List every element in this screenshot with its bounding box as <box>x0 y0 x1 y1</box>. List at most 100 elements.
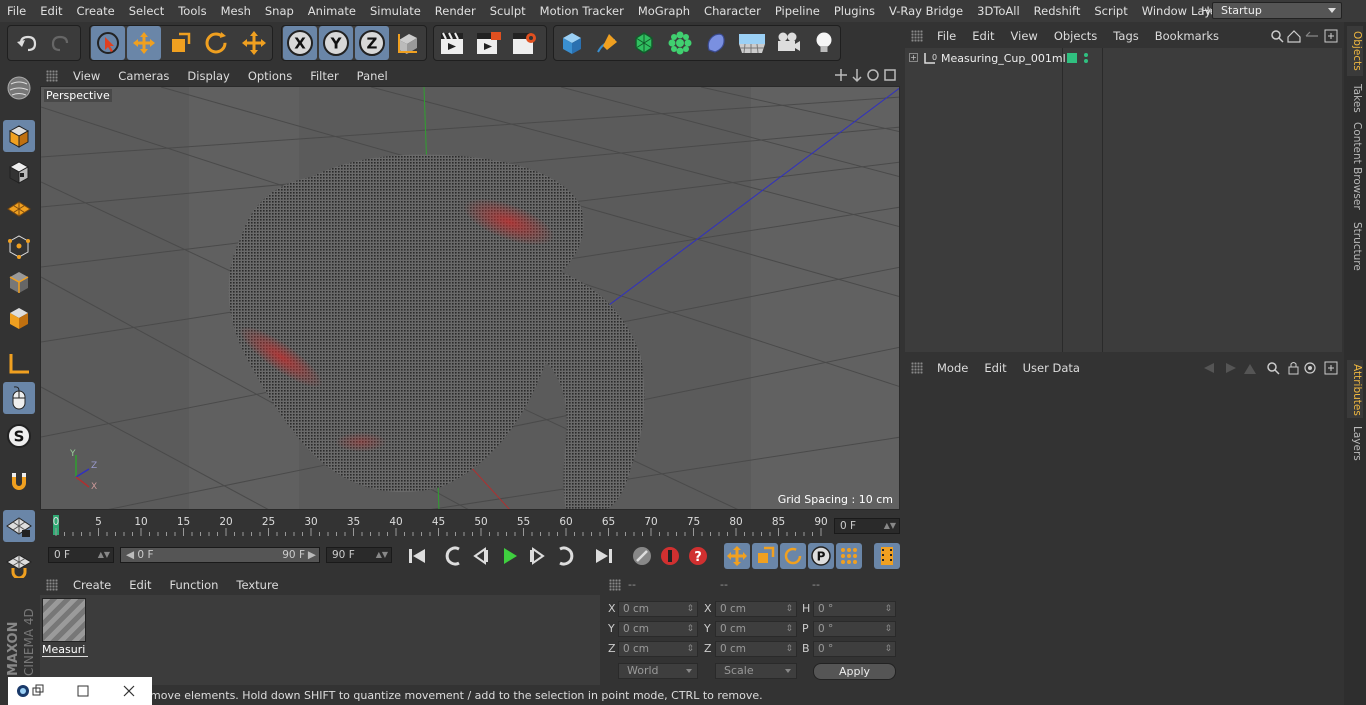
size-mode-dropdown[interactable]: Scale <box>715 663 797 679</box>
object-menu-objects[interactable]: Objects <box>1046 29 1105 43</box>
render-view-button[interactable] <box>435 26 469 60</box>
end-frame-field[interactable]: 90 F ▲▼ <box>326 547 392 563</box>
coord-value-field[interactable]: 0 cm ⇕ <box>715 601 797 617</box>
viewport-menu-filter[interactable]: Filter <box>301 69 347 83</box>
arrow-right-icon[interactable] <box>1226 363 1236 373</box>
y-axis-button[interactable]: Y <box>319 26 353 60</box>
menu-tools[interactable]: Tools <box>171 0 213 22</box>
back-icon[interactable] <box>1305 31 1318 37</box>
points-mode-button[interactable] <box>3 230 35 262</box>
menu-mesh[interactable]: Mesh <box>214 0 258 22</box>
pen-spline-button[interactable] <box>591 26 625 60</box>
side-tab-content-browser[interactable]: Content Browser <box>1347 118 1363 214</box>
object-name[interactable]: Measuring_Cup_001ml <box>941 52 1066 65</box>
new-window-icon[interactable] <box>1324 361 1338 375</box>
lock-icon[interactable] <box>1288 362 1299 375</box>
recent-tool-button[interactable] <box>237 26 271 60</box>
menu-animate[interactable]: Animate <box>301 0 363 22</box>
autokey-button[interactable] <box>657 543 683 569</box>
previous-key-button[interactable] <box>441 543 467 569</box>
restore-icon[interactable] <box>32 684 44 696</box>
coordinate-system-dropdown[interactable]: World <box>618 663 698 679</box>
undo-button[interactable] <box>10 26 44 60</box>
key-pla-button[interactable] <box>836 543 862 569</box>
coord-value-field[interactable]: 0 cm ⇕ <box>618 621 698 637</box>
dolly-icon[interactable] <box>852 69 862 83</box>
object-menu-edit[interactable]: Edit <box>964 29 1002 43</box>
coord-value-field[interactable]: 0 ° ⇕ <box>813 601 896 617</box>
redo-button[interactable] <box>44 26 78 60</box>
lock-workplane-button[interactable] <box>3 510 35 542</box>
menu-mograph[interactable]: MoGraph <box>631 0 697 22</box>
maximize-icon[interactable] <box>77 685 89 697</box>
coordinate-system-button[interactable] <box>391 26 425 60</box>
layer-color-tag[interactable] <box>1067 53 1077 63</box>
menu-v-ray-bridge[interactable]: V-Ray Bridge <box>882 0 970 22</box>
rotate-button[interactable] <box>199 26 233 60</box>
polygons-mode-button[interactable] <box>3 302 35 334</box>
light-button[interactable] <box>807 26 841 60</box>
scale-button[interactable] <box>163 26 197 60</box>
next-frame-button[interactable] <box>524 543 550 569</box>
search-icon[interactable] <box>1267 362 1280 375</box>
key-scale-button[interactable] <box>752 543 778 569</box>
coord-value-field[interactable]: 0 cm ⇕ <box>618 601 698 617</box>
timeline-window-button[interactable] <box>874 543 900 569</box>
make-editable-button[interactable] <box>3 72 35 104</box>
render-picture-viewer-button[interactable] <box>471 26 505 60</box>
arrow-up-icon[interactable] <box>1244 364 1256 374</box>
menu-motion-tracker[interactable]: Motion Tracker <box>533 0 631 22</box>
side-tab-attributes[interactable]: Attributes <box>1347 360 1363 418</box>
menu-simulate[interactable]: Simulate <box>363 0 428 22</box>
maximize-icon[interactable] <box>884 69 896 81</box>
visibility-dots-icon[interactable] <box>1083 52 1089 67</box>
coord-value-field[interactable]: 0 cm ⇕ <box>715 641 797 657</box>
target-icon[interactable] <box>1304 362 1316 374</box>
side-tab-structure[interactable]: Structure <box>1347 218 1363 274</box>
menu-pipeline[interactable]: Pipeline <box>768 0 827 22</box>
coord-value-field[interactable]: 0 cm ⇕ <box>618 641 698 657</box>
timeline-ruler[interactable]: 0 5 10 15 20 25 30 35 40 45 50 55 60 65 70 75 80 85 90 0 F… <box>40 512 900 540</box>
arrow-left-icon[interactable] <box>1204 363 1214 373</box>
coord-value-field[interactable]: 0 ° ⇕ <box>813 641 896 657</box>
start-frame-field[interactable]: 0 F ▲▼ <box>48 547 114 563</box>
go-to-start-button[interactable] <box>404 543 430 569</box>
menu-redshift[interactable]: Redshift <box>1027 0 1088 22</box>
grip-handle[interactable] <box>46 70 58 82</box>
grip-handle[interactable] <box>911 30 923 42</box>
record-keys-button[interactable] <box>629 543 655 569</box>
attribute-menu-mode[interactable]: Mode <box>929 361 976 375</box>
home-icon[interactable] <box>1287 30 1301 43</box>
magnet-button[interactable] <box>3 466 35 498</box>
texture-mode-button[interactable] <box>3 156 35 188</box>
coord-value-field[interactable]: 0 ° ⇕ <box>813 621 896 637</box>
menu-window[interactable]: Window <box>1135 0 1194 22</box>
menu-file[interactable]: File <box>0 0 33 22</box>
perspective-viewport[interactable]: Y Z X Perspective Grid Spacing : 10 cm <box>40 86 900 510</box>
material-menu-create[interactable]: Create <box>64 578 120 592</box>
live-selection-button[interactable] <box>91 26 125 60</box>
apply-button[interactable]: Apply <box>813 663 896 680</box>
previous-frame-button[interactable] <box>468 543 494 569</box>
menu-sculpt[interactable]: Sculpt <box>483 0 533 22</box>
attribute-menu-edit[interactable]: Edit <box>976 361 1014 375</box>
cube-button[interactable] <box>555 26 589 60</box>
side-tab-takes[interactable]: Takes <box>1347 80 1363 114</box>
material-thumbnail[interactable] <box>42 598 86 642</box>
menu-character[interactable]: Character <box>697 0 768 22</box>
tweak-mode-button[interactable] <box>3 382 35 414</box>
object-menu-file[interactable]: File <box>929 29 964 43</box>
floor-button[interactable] <box>735 26 769 60</box>
viewport-menu-display[interactable]: Display <box>178 69 238 83</box>
menu-snap[interactable]: Snap <box>258 0 301 22</box>
play-button[interactable] <box>496 543 522 569</box>
menu-render[interactable]: Render <box>428 0 483 22</box>
close-icon[interactable] <box>123 685 135 697</box>
viewport-menu-view[interactable]: View <box>64 69 109 83</box>
attribute-menu-user-data[interactable]: User Data <box>1015 361 1088 375</box>
grip-handle[interactable] <box>609 579 621 591</box>
viewport-menu-panel[interactable]: Panel <box>348 69 397 83</box>
menu-edit[interactable]: Edit <box>33 0 69 22</box>
side-tab-objects[interactable]: Objects <box>1347 26 1363 76</box>
workplane-mode-button[interactable] <box>3 192 35 224</box>
